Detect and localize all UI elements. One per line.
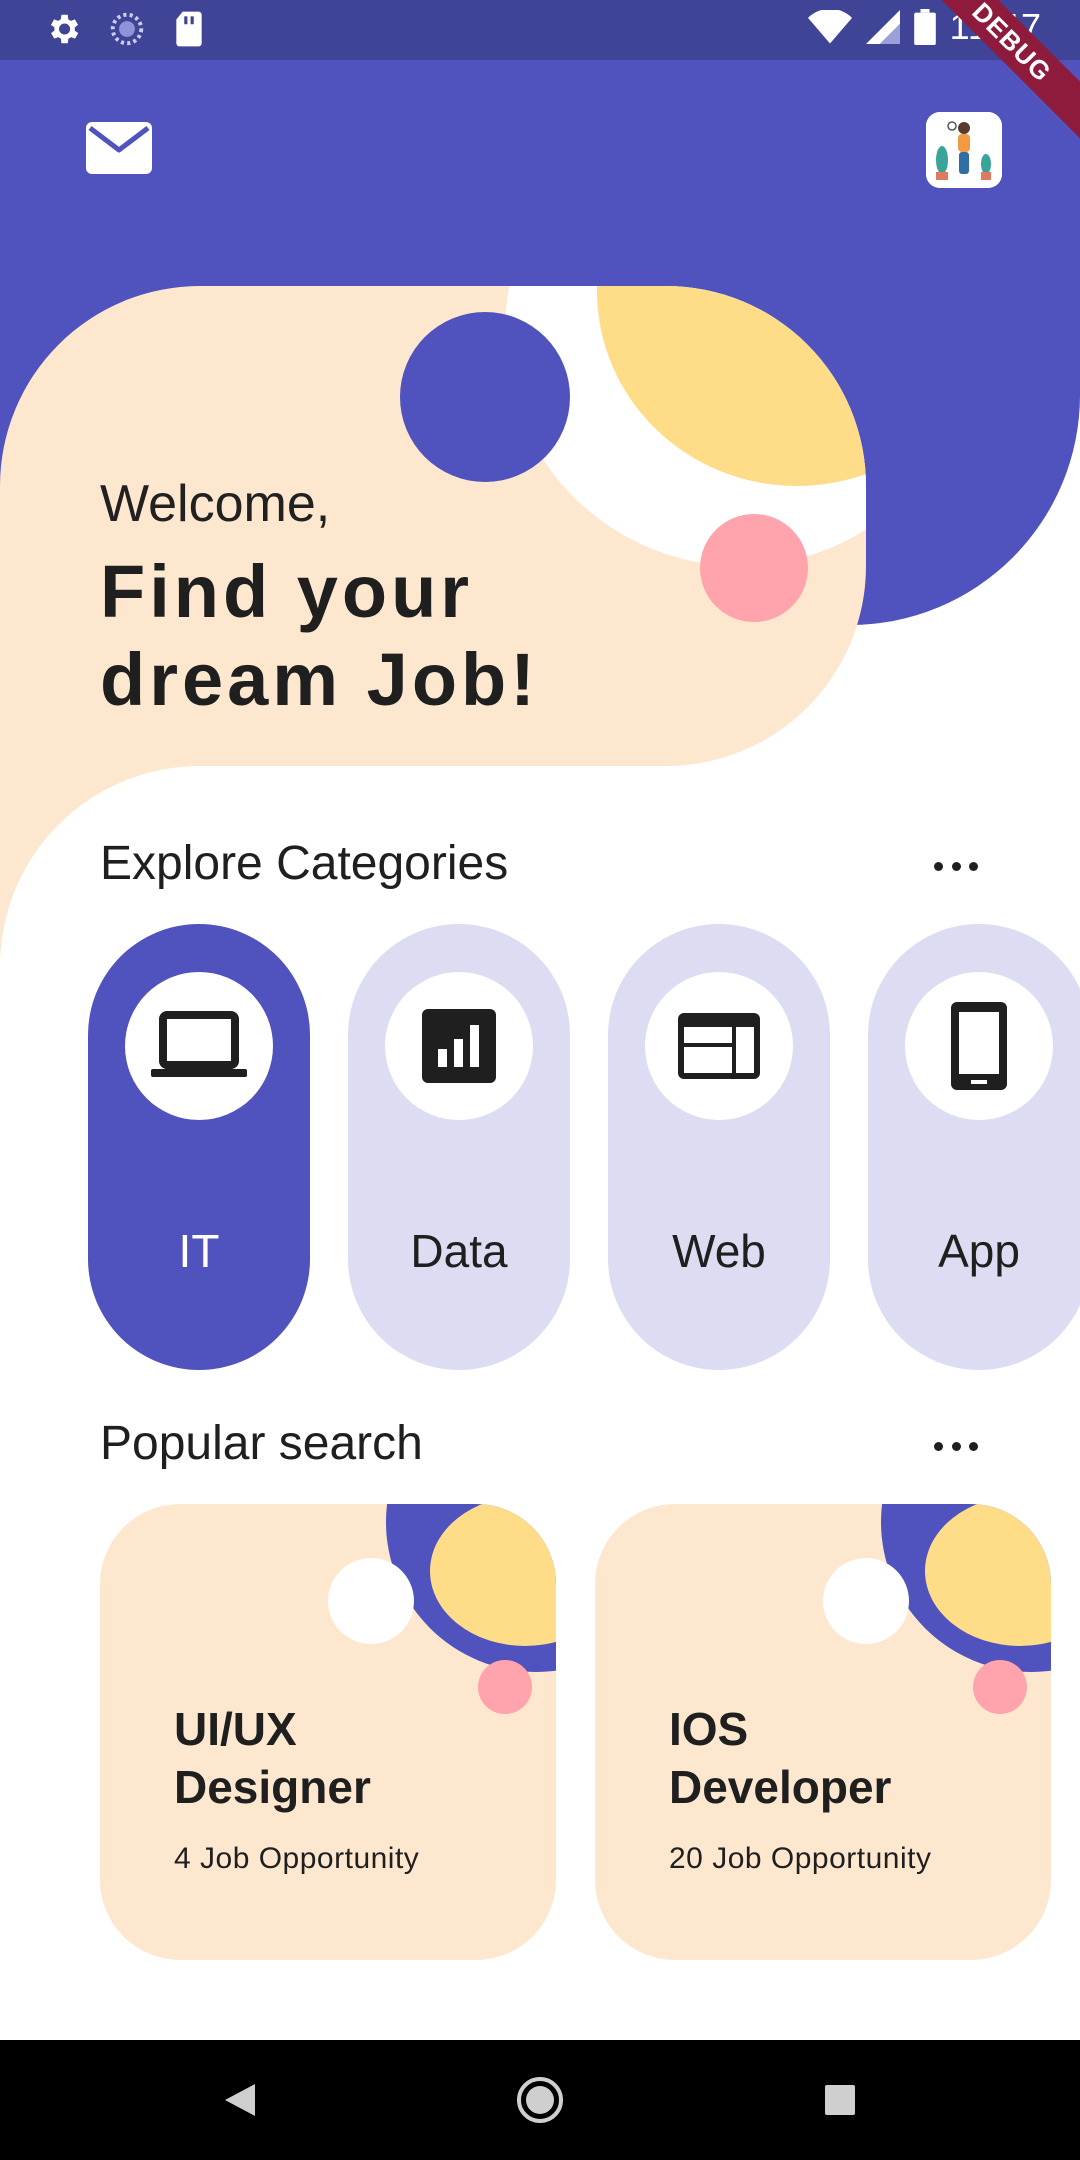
cell-signal-icon xyxy=(865,10,900,44)
category-label: IT xyxy=(178,1225,220,1277)
job-card-title: UI/UX Designer xyxy=(174,1700,534,1816)
job-title-line-1: IOS xyxy=(669,1703,749,1755)
laptop-icon xyxy=(151,1011,247,1077)
category-it[interactable]: IT xyxy=(88,924,310,1370)
decor-white-circle xyxy=(823,1558,909,1644)
decor-pink-circle xyxy=(700,514,808,622)
category-web[interactable]: Web xyxy=(608,924,830,1370)
nav-back-button[interactable] xyxy=(180,2040,300,2160)
job-card-title: IOS Developer xyxy=(669,1700,1029,1816)
welcome-headline: Find your dream Job! xyxy=(100,548,539,724)
job-title-line-2: Developer xyxy=(669,1761,892,1813)
home-icon xyxy=(517,2077,563,2123)
system-nav-bar xyxy=(0,2040,1080,2160)
battery-icon xyxy=(913,9,936,45)
categories-more-button[interactable] xyxy=(934,856,978,876)
smartphone-icon xyxy=(951,1002,1007,1090)
welcome-card: Welcome, Find your dream Job! xyxy=(0,286,866,766)
category-app[interactable]: App xyxy=(868,924,1080,1370)
category-icon-circle xyxy=(385,972,533,1120)
recents-icon xyxy=(825,2085,855,2115)
job-card-count: 4 Job Opportunity xyxy=(174,1842,420,1875)
job-title-line-1: UI/UX xyxy=(174,1703,297,1755)
status-left-icons xyxy=(44,10,206,48)
category-label: Web xyxy=(672,1225,766,1277)
headline-line-2: dream Job! xyxy=(100,638,539,721)
popular-title: Popular search xyxy=(100,1417,423,1470)
category-label: Data xyxy=(410,1225,508,1277)
category-label: App xyxy=(938,1225,1020,1277)
avatar-illustration-icon xyxy=(926,112,1002,188)
dot-icon xyxy=(951,1441,961,1451)
job-card-uiux[interactable]: UI/UX Designer 4 Job Opportunity xyxy=(100,1504,556,1960)
dot-icon xyxy=(934,1441,943,1451)
category-icon-circle xyxy=(125,972,273,1120)
dot-icon xyxy=(951,861,961,871)
back-icon xyxy=(225,2084,255,2116)
profile-avatar[interactable] xyxy=(926,112,1002,188)
mail-button[interactable] xyxy=(84,120,154,176)
dot-icon xyxy=(969,1441,978,1451)
sync-icon xyxy=(110,12,144,46)
welcome-greeting: Welcome, xyxy=(100,475,331,533)
job-card-count: 20 Job Opportunity xyxy=(669,1842,932,1875)
popular-more-button[interactable] xyxy=(934,1436,978,1456)
sd-card-icon xyxy=(176,11,202,47)
popular-list: UI/UX Designer 4 Job Opportunity IOS Dev… xyxy=(0,1504,1080,1960)
job-card-ios[interactable]: IOS Developer 20 Job Opportunity xyxy=(595,1504,1051,1960)
category-icon-circle xyxy=(905,972,1053,1120)
categories-list: IT Data Web App xyxy=(0,924,1080,1370)
decor-white-circle xyxy=(328,1558,414,1644)
headline-line-1: Find your xyxy=(100,550,474,633)
dot-icon xyxy=(969,861,978,871)
category-icon-circle xyxy=(645,972,793,1120)
nav-home-button[interactable] xyxy=(480,2040,600,2160)
mail-icon xyxy=(86,122,152,174)
dot-icon xyxy=(934,861,943,871)
categories-title: Explore Categories xyxy=(100,837,509,890)
job-title-line-2: Designer xyxy=(174,1761,371,1813)
bar-chart-icon xyxy=(422,1009,496,1083)
settings-icon xyxy=(50,14,79,44)
web-layout-icon xyxy=(678,1013,760,1079)
status-bar: 11:47 xyxy=(0,0,1080,60)
nav-recents-button[interactable] xyxy=(780,2040,900,2160)
decor-blue-circle xyxy=(400,312,570,482)
wifi-icon xyxy=(807,10,852,44)
category-data[interactable]: Data xyxy=(348,924,570,1370)
